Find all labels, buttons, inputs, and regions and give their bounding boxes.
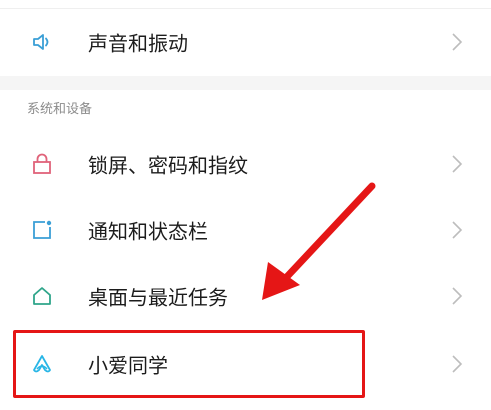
highlight-box — [13, 330, 365, 398]
lockscreen-label: 锁屏、密码和指纹 — [88, 153, 248, 178]
home-icon — [30, 284, 54, 308]
settings-row-desktop[interactable]: 桌面与最近任务 — [0, 264, 491, 328]
chevron-right-icon — [451, 286, 463, 306]
lock-icon — [30, 152, 54, 176]
settings-row-notifications[interactable]: 通知和状态栏 — [0, 198, 491, 262]
settings-row-lockscreen[interactable]: 锁屏、密码和指纹 — [0, 132, 491, 196]
speaker-icon — [30, 30, 54, 54]
section-title: 系统和设备 — [27, 102, 93, 117]
sound-label: 声音和振动 — [88, 31, 188, 56]
settings-row-sound[interactable]: 声音和振动 — [0, 10, 491, 74]
notification-icon — [30, 218, 54, 242]
chevron-right-icon — [451, 154, 463, 174]
chevron-right-icon — [451, 354, 463, 374]
top-divider — [0, 0, 491, 9]
chevron-right-icon — [451, 220, 463, 240]
notifications-label: 通知和状态栏 — [88, 219, 208, 244]
desktop-label: 桌面与最近任务 — [88, 285, 228, 310]
chevron-right-icon — [451, 32, 463, 52]
section-gap — [0, 76, 491, 90]
